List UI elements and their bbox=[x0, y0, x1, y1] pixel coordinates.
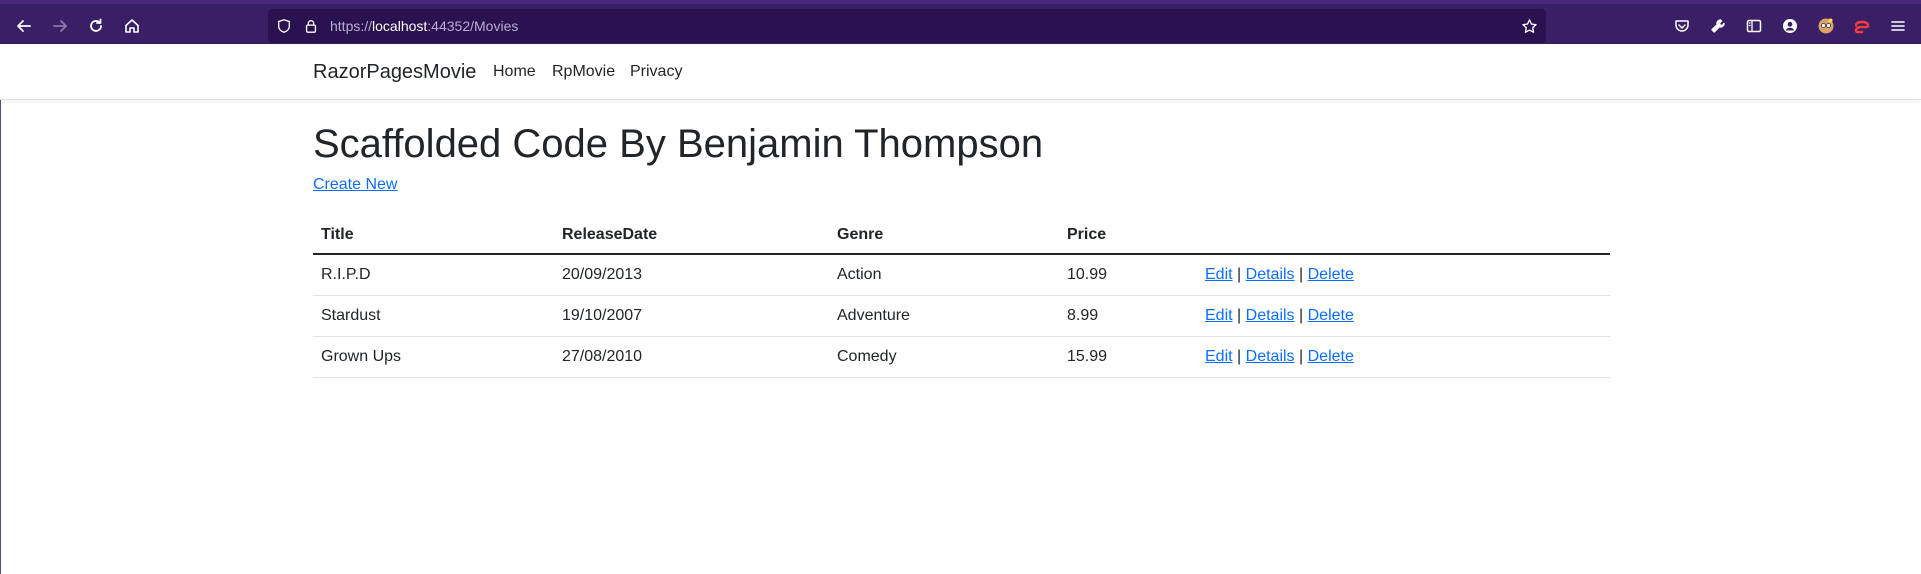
column-header-release-date: ReleaseDate bbox=[554, 216, 829, 255]
delete-link[interactable]: Delete bbox=[1308, 307, 1354, 324]
menu-icon[interactable] bbox=[1882, 10, 1914, 42]
bookmark-star-icon[interactable] bbox=[1520, 17, 1538, 35]
brand-link[interactable]: RazorPagesMovie bbox=[313, 44, 476, 100]
shield-icon[interactable] bbox=[275, 17, 293, 35]
cell-genre: Action bbox=[829, 254, 1059, 296]
nav-link-privacy[interactable]: Privacy bbox=[630, 44, 682, 100]
cell-title: Stardust bbox=[313, 295, 554, 337]
action-separator: | bbox=[1237, 265, 1242, 283]
url-bar[interactable]: https://localhost:44352/Movies bbox=[268, 9, 1546, 43]
cell-release-date: 20/09/2013 bbox=[554, 254, 829, 296]
details-link[interactable]: Details bbox=[1246, 348, 1295, 365]
browser-toolbar: https://localhost:44352/Movies bbox=[0, 0, 1921, 44]
nav-link-home[interactable]: Home bbox=[493, 44, 536, 100]
cell-price: 15.99 bbox=[1059, 336, 1197, 378]
cell-price: 10.99 bbox=[1059, 254, 1197, 296]
extension-avatar-icon[interactable] bbox=[1810, 10, 1842, 42]
column-header-actions bbox=[1197, 216, 1610, 255]
action-separator: | bbox=[1299, 306, 1304, 324]
cell-price: 8.99 bbox=[1059, 295, 1197, 337]
column-header-genre: Genre bbox=[829, 216, 1059, 255]
column-header-title: Title bbox=[313, 216, 554, 255]
details-link[interactable]: Details bbox=[1246, 307, 1295, 324]
action-separator: | bbox=[1237, 306, 1242, 324]
cell-title: Grown Ups bbox=[313, 336, 554, 378]
lock-icon[interactable] bbox=[302, 17, 320, 35]
cell-actions: Edit | Details | Delete bbox=[1197, 254, 1610, 296]
action-separator: | bbox=[1299, 347, 1304, 365]
edit-link[interactable]: Edit bbox=[1205, 266, 1233, 283]
cell-title: R.I.P.D bbox=[313, 254, 554, 296]
window-edge bbox=[0, 44, 1, 574]
back-arrow-icon[interactable] bbox=[8, 10, 40, 42]
create-new-link[interactable]: Create New bbox=[313, 176, 397, 194]
forward-arrow-icon[interactable] bbox=[44, 10, 76, 42]
account-icon[interactable] bbox=[1774, 10, 1806, 42]
delete-link[interactable]: Delete bbox=[1308, 266, 1354, 283]
reload-icon[interactable] bbox=[80, 10, 112, 42]
wrench-icon[interactable] bbox=[1702, 10, 1734, 42]
cell-genre: Comedy bbox=[829, 336, 1059, 378]
column-header-price: Price bbox=[1059, 216, 1197, 255]
table-row: Stardust 19/10/2007 Adventure 8.99 Edit … bbox=[313, 295, 1610, 337]
url-host: localhost bbox=[372, 18, 428, 34]
cell-actions: Edit | Details | Delete bbox=[1197, 336, 1610, 378]
sidebar-icon[interactable] bbox=[1738, 10, 1770, 42]
url-path: :44352/Movies bbox=[427, 18, 519, 34]
nav-link-rpmovie[interactable]: RpMovie bbox=[552, 44, 615, 100]
cell-genre: Adventure bbox=[829, 295, 1059, 337]
action-separator: | bbox=[1237, 347, 1242, 365]
movies-table: Title ReleaseDate Genre Price R.I.P.D 20… bbox=[313, 216, 1610, 378]
pocket-icon[interactable] bbox=[1666, 10, 1698, 42]
url-prefix: https:// bbox=[330, 18, 373, 34]
edit-link[interactable]: Edit bbox=[1205, 348, 1233, 365]
page-title: Scaffolded Code By Benjamin Thompson bbox=[313, 122, 1044, 166]
table-row: Grown Ups 27/08/2010 Comedy 15.99 Edit |… bbox=[313, 336, 1610, 378]
edit-link[interactable]: Edit bbox=[1205, 307, 1233, 324]
site-navbar: RazorPagesMovie Home RpMovie Privacy bbox=[0, 44, 1921, 100]
table-header-row: Title ReleaseDate Genre Price bbox=[313, 216, 1610, 255]
delete-link[interactable]: Delete bbox=[1308, 348, 1354, 365]
cell-actions: Edit | Details | Delete bbox=[1197, 295, 1610, 337]
table-row: R.I.P.D 20/09/2013 Action 10.99 Edit | D… bbox=[313, 254, 1610, 296]
cell-release-date: 19/10/2007 bbox=[554, 295, 829, 337]
action-separator: | bbox=[1299, 265, 1304, 283]
url-text[interactable]: https://localhost:44352/Movies bbox=[330, 9, 518, 43]
cell-release-date: 27/08/2010 bbox=[554, 336, 829, 378]
home-icon[interactable] bbox=[116, 10, 148, 42]
extension-red-icon[interactable] bbox=[1846, 10, 1878, 42]
details-link[interactable]: Details bbox=[1246, 266, 1295, 283]
